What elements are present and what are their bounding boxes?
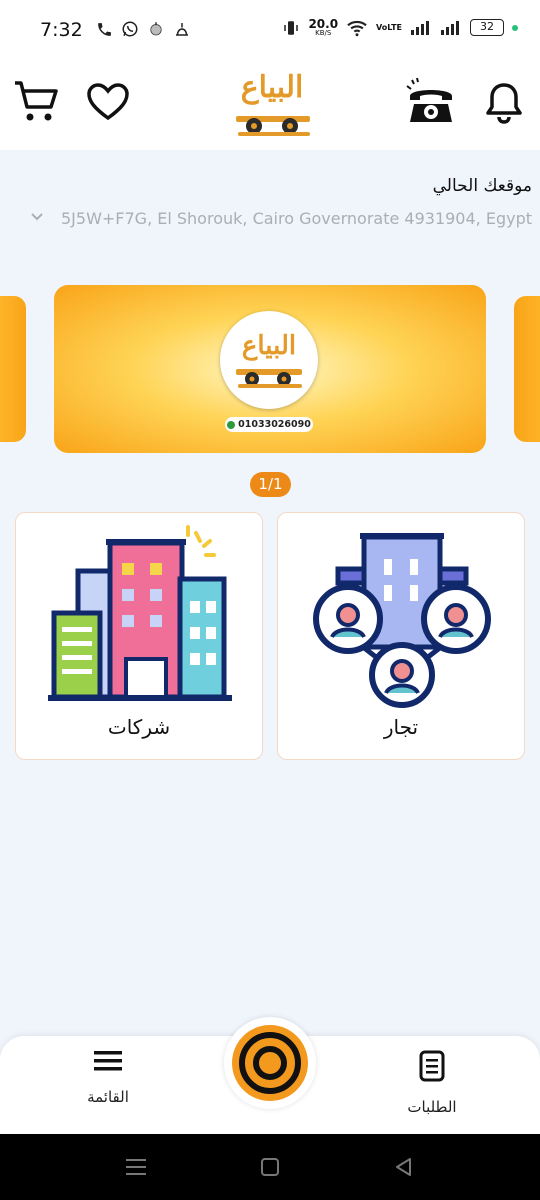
system-icons: 20.0 KB/S VoLTE 32 [282, 18, 518, 37]
merchants-label: تجار [383, 715, 419, 739]
status-time: 7:32 [40, 19, 83, 41]
banner-next-slide[interactable] [514, 296, 540, 442]
app-logo[interactable]: البياع [230, 70, 314, 138]
wifi-icon [347, 20, 367, 36]
app-header: البياع [0, 62, 540, 150]
location-title: موقعك الحالي [432, 176, 532, 196]
signal-icon-2 [441, 20, 459, 35]
carousel-pager: 1/1 [250, 472, 291, 497]
home-icon[interactable] [261, 1158, 279, 1176]
whatsapp-icon [122, 21, 138, 37]
back-icon[interactable] [394, 1157, 412, 1177]
recent-apps-icon[interactable] [126, 1158, 146, 1176]
merchants-card[interactable]: تجار [277, 512, 525, 760]
merchants-icon [313, 533, 491, 708]
signal-icon [411, 20, 429, 35]
heart-icon[interactable] [86, 82, 130, 122]
bell-icon[interactable] [484, 81, 524, 125]
banner-phone: 01033026090 [225, 417, 313, 432]
battery-icon: 32 [470, 19, 504, 36]
chevron-down-icon[interactable] [30, 212, 44, 222]
banner-prev-slide[interactable] [0, 296, 26, 442]
nav-orders-label: الطلبات [407, 1098, 457, 1116]
nav-menu-label: القائمة [87, 1088, 129, 1106]
status-bar: 7:32 20.0 KB/S VoLTE 32 [0, 0, 540, 62]
center-action-button[interactable] [224, 1017, 316, 1109]
nav-menu[interactable]: القائمة [53, 1050, 163, 1106]
active-dot [512, 24, 518, 31]
mosque-icon [176, 23, 188, 36]
whatsapp-icon [227, 420, 236, 429]
location-address[interactable]: 5J5W+F7G, El Shorouk, Cairo Governorate … [61, 209, 532, 228]
promo-banner[interactable]: البياع 01033026090 [54, 285, 486, 453]
quran-icon [150, 22, 162, 36]
companies-card[interactable]: شركات [15, 512, 263, 760]
orders-icon [419, 1050, 445, 1082]
net-speed: 20.0 KB/S [308, 17, 339, 37]
vibrate-icon [284, 20, 299, 35]
nav-orders[interactable]: الطلبات [377, 1050, 487, 1116]
banner-logo: البياع [220, 311, 318, 409]
cart-icon[interactable] [12, 77, 60, 125]
center-action-icon [232, 1025, 308, 1101]
companies-icon [48, 525, 232, 701]
volte-indicator: VoLTE [376, 22, 402, 32]
banner-logo-text: البياع [241, 331, 297, 361]
logo-text: البياع [240, 70, 304, 105]
system-navigation-bar [0, 1134, 540, 1200]
notification-icons [96, 20, 191, 38]
companies-label: شركات [107, 715, 171, 739]
call-icon [98, 22, 111, 36]
menu-icon [94, 1051, 122, 1071]
phone-icon[interactable] [404, 78, 458, 126]
